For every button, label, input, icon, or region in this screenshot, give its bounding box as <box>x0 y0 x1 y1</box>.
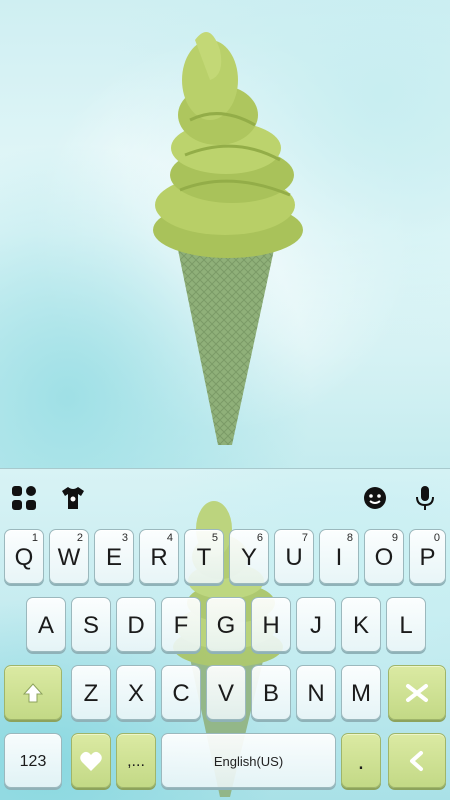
key-e[interactable]: 3E <box>94 529 134 584</box>
key-o[interactable]: 9O <box>364 529 404 584</box>
key-q[interactable]: 1Q <box>4 529 44 584</box>
keyboard: 1Q 2W 3E 4R 5T 6Y 7U 8I 9O 0P A S D F G … <box>0 468 450 800</box>
key-w[interactable]: 2W <box>49 529 89 584</box>
key-h[interactable]: H <box>251 597 291 652</box>
key-z[interactable]: Z <box>71 665 111 720</box>
key-x[interactable]: X <box>116 665 156 720</box>
emoji-icon[interactable] <box>362 485 388 511</box>
microphone-icon[interactable] <box>412 485 438 511</box>
key-c[interactable]: C <box>161 665 201 720</box>
key-l[interactable]: L <box>386 597 426 652</box>
enter-key[interactable] <box>388 733 446 788</box>
period-key[interactable]: . <box>341 733 381 788</box>
keyboard-toolbar <box>0 469 450 529</box>
numbers-key[interactable]: 123 <box>4 733 62 788</box>
key-f[interactable]: F <box>161 597 201 652</box>
key-y[interactable]: 6Y <box>229 529 269 584</box>
chevron-left-icon <box>410 750 423 771</box>
key-n[interactable]: N <box>296 665 336 720</box>
key-v[interactable]: V <box>206 665 246 720</box>
key-p[interactable]: 0P <box>409 529 446 584</box>
heart-icon <box>80 751 102 771</box>
key-j[interactable]: J <box>296 597 336 652</box>
theme-shirt-icon[interactable] <box>60 485 86 511</box>
key-a[interactable]: A <box>26 597 66 652</box>
ice-cream-cone-image <box>153 32 303 445</box>
apps-icon[interactable] <box>11 485 37 511</box>
key-g[interactable]: G <box>206 597 246 652</box>
key-b[interactable]: B <box>251 665 291 720</box>
key-k[interactable]: K <box>341 597 381 652</box>
key-m[interactable]: M <box>341 665 381 720</box>
key-u[interactable]: 7U <box>274 529 314 584</box>
backspace-key[interactable] <box>388 665 446 720</box>
key-s[interactable]: S <box>71 597 111 652</box>
comma-key[interactable]: ,... <box>116 733 156 788</box>
backspace-icon <box>406 683 428 702</box>
key-t[interactable]: 5T <box>184 529 224 584</box>
key-d[interactable]: D <box>116 597 156 652</box>
shift-arrow-icon <box>22 682 44 702</box>
key-r[interactable]: 4R <box>139 529 179 584</box>
emoji-heart-key[interactable] <box>71 733 111 788</box>
theme-preview <box>0 0 450 468</box>
space-bar[interactable]: English(US) <box>161 733 336 788</box>
shift-key[interactable] <box>4 665 62 720</box>
key-i[interactable]: 8I <box>319 529 359 584</box>
